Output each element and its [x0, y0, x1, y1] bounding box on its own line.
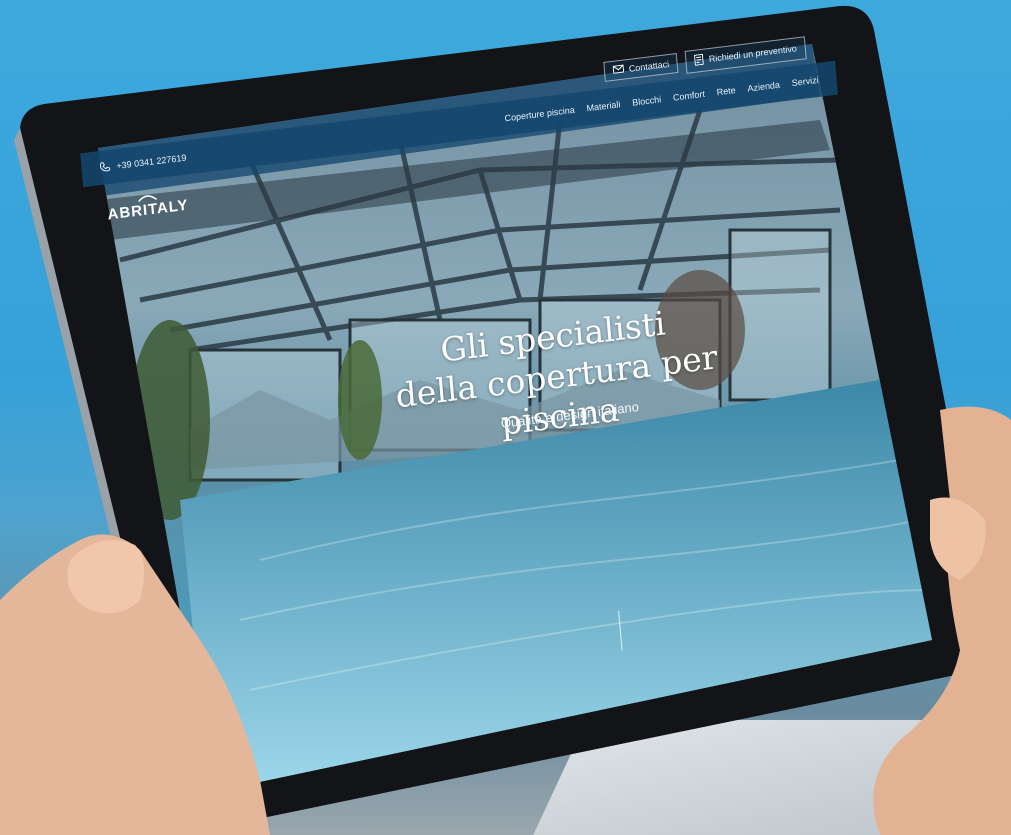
- hands: [0, 406, 1011, 835]
- right-hand: [873, 406, 1011, 835]
